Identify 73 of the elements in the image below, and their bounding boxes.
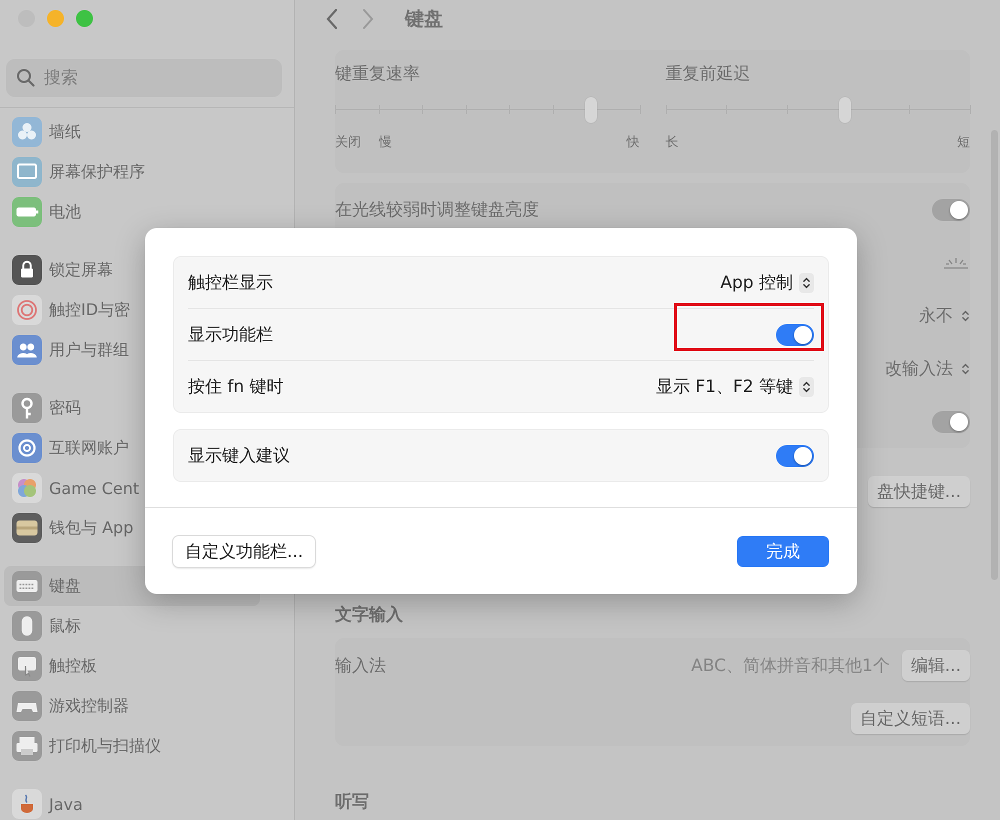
slider-label: 键重复速率	[335, 63, 421, 85]
wallet-icon	[12, 513, 42, 543]
sidebar-item[interactable]: 屏幕保护程序	[4, 152, 153, 192]
chevron-icon	[799, 272, 814, 292]
edit-button[interactable]: 编辑...	[902, 650, 970, 681]
sidebar-item[interactable]: 触控板	[4, 646, 105, 686]
phrases-button[interactable]: 自定义短语...	[850, 703, 970, 734]
toggle-switch[interactable]	[932, 410, 970, 432]
slider-thumb[interactable]	[584, 97, 597, 123]
minimize-button[interactable]	[47, 10, 64, 27]
sidebar-item[interactable]: 打印机与扫描仪	[4, 726, 169, 766]
sidebar-item[interactable]: 锁定屏幕	[4, 250, 121, 290]
sidebar-item[interactable]: 用户与群组	[4, 330, 137, 370]
sidebar-item[interactable]: Java	[4, 784, 91, 820]
popup-menu[interactable]: 改输入法	[885, 357, 970, 380]
shortcuts-button[interactable]: 盘快捷键...	[868, 476, 970, 507]
window-title: 键盘	[405, 7, 443, 32]
forward-icon[interactable]	[361, 8, 375, 30]
fingerprint-icon	[12, 295, 42, 325]
sidebar-item[interactable]: 电池	[4, 192, 89, 232]
mouse-icon	[12, 611, 42, 641]
sidebar-item[interactable]: 触控ID与密	[4, 290, 138, 330]
sidebar-item[interactable]: Game Cent	[4, 468, 148, 508]
setting-label: 在光线较弱时调整键盘亮度	[335, 199, 539, 221]
tick-label: 短	[957, 134, 970, 151]
sidebar-item[interactable]: 密码	[4, 388, 89, 428]
slider-label: 重复前延迟	[666, 63, 752, 85]
key-icon	[12, 393, 42, 423]
sidebar-item[interactable]: 游戏控制器	[4, 686, 137, 726]
toggle-switch[interactable]	[932, 198, 970, 220]
sidebar-item[interactable]: 互联网账户	[4, 428, 137, 468]
tick-label: 长	[666, 134, 678, 151]
bubbles-icon	[12, 473, 42, 503]
sidebar-item[interactable]: 墙纸	[4, 112, 89, 152]
tick-label: 关闭	[335, 134, 361, 151]
at-sign-icon	[12, 433, 42, 463]
tick-label: 慢	[379, 134, 392, 151]
section-title: 文字输入	[335, 604, 404, 626]
cup-icon	[12, 789, 42, 819]
gamepad-icon	[12, 691, 42, 721]
tick-label: 快	[626, 134, 640, 151]
people-icon	[12, 335, 42, 365]
sidebar-item[interactable]: 鼠标	[4, 606, 89, 646]
toggle-switch[interactable]	[776, 324, 814, 346]
chevron-icon	[961, 308, 970, 322]
printer-icon	[12, 731, 42, 761]
customize-button[interactable]: 自定义功能栏...	[173, 536, 316, 566]
chevron-icon	[961, 362, 970, 376]
setting-label: 输入法	[335, 655, 386, 677]
done-button[interactable]: 完成	[737, 536, 829, 566]
screen-icon	[12, 157, 42, 187]
setting-value: ABC、简体拼音和其他1个	[691, 655, 890, 677]
slider-thumb[interactable]	[839, 97, 852, 123]
keyboard-icon	[12, 571, 42, 601]
setting-label: 按住 fn 键时	[188, 376, 284, 398]
popup-menu[interactable]: 显示 F1、F2 等键	[656, 375, 814, 398]
section-title: 听写	[335, 791, 370, 813]
battery-icon	[12, 197, 42, 227]
popup-menu[interactable]: 永不	[919, 304, 970, 327]
popup-menu[interactable]: App 控制	[720, 271, 814, 294]
lock-icon	[12, 255, 42, 285]
setting-label: 显示键入建议	[188, 445, 290, 467]
trackpad-icon	[12, 651, 42, 681]
setting-label: 显示功能栏	[188, 324, 273, 346]
sun-icon	[942, 256, 970, 270]
setting-label: 触控栏显示	[188, 272, 273, 294]
flower-icon	[12, 117, 42, 147]
sidebar-item[interactable]: 钱包与 App	[4, 508, 142, 548]
search-field[interactable]: 搜索	[6, 59, 282, 97]
chevron-icon	[799, 376, 814, 396]
zoom-button[interactable]	[76, 10, 93, 27]
back-icon[interactable]	[325, 8, 339, 30]
toggle-switch[interactable]	[776, 444, 814, 466]
